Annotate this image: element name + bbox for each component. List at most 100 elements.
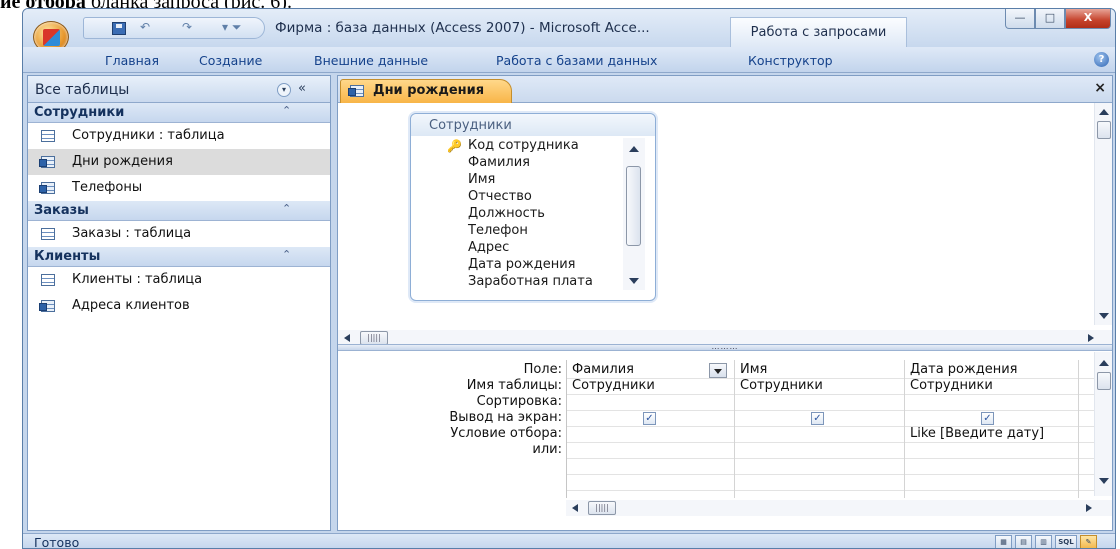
grid-column[interactable]: Имя Сотрудники ✓ bbox=[735, 360, 905, 498]
nav-group-label: Клиенты bbox=[34, 249, 101, 264]
show-checkbox[interactable]: ✓ bbox=[643, 412, 656, 425]
sql-view-icon[interactable]: SQL bbox=[1055, 535, 1077, 548]
nav-group-label: Заказы bbox=[34, 203, 89, 218]
help-icon[interactable]: ? bbox=[1094, 52, 1109, 67]
office-logo-icon bbox=[43, 29, 60, 46]
field-cell[interactable]: Дата рождения bbox=[910, 362, 1017, 377]
close-button[interactable]: X bbox=[1065, 9, 1111, 29]
nav-item-label: Заказы : таблица bbox=[72, 226, 192, 241]
minimize-button[interactable]: — bbox=[1005, 9, 1035, 29]
table-icon bbox=[41, 228, 55, 240]
nav-item-label: Дни рождения bbox=[72, 154, 173, 169]
grid-column[interactable]: Дата рождения Сотрудники Like [Введите д… bbox=[905, 360, 1079, 498]
field-item[interactable]: Должность bbox=[468, 206, 545, 221]
tab-external-data[interactable]: Внешние данные bbox=[314, 53, 428, 68]
field-cell[interactable]: Имя bbox=[740, 362, 767, 377]
scroll-right-icon[interactable] bbox=[1086, 504, 1092, 512]
tab-database-tools[interactable]: Работа с базами данных bbox=[496, 53, 657, 68]
scroll-thumb[interactable]: ||||| bbox=[360, 331, 388, 345]
title-bar: ↶ ↷ ▾ ⏷ Фирма : база данных (Access 2007… bbox=[23, 9, 1115, 53]
tab-design[interactable]: Конструктор bbox=[748, 53, 833, 68]
chevron-down-icon[interactable]: ▾ bbox=[277, 83, 291, 97]
scroll-down-icon[interactable] bbox=[1099, 478, 1109, 484]
field-cell[interactable]: Фамилия bbox=[572, 362, 634, 377]
design-view-icon[interactable]: ✎ bbox=[1080, 535, 1097, 548]
collapse-pane-icon[interactable]: « bbox=[298, 81, 306, 96]
save-icon[interactable] bbox=[112, 22, 126, 35]
field-item[interactable]: Отчество bbox=[468, 189, 532, 204]
nav-pane-title: Все таблицы bbox=[35, 82, 130, 98]
nav-item-clients-table[interactable]: Клиенты : таблица bbox=[28, 267, 330, 293]
field-item[interactable]: Фамилия bbox=[468, 155, 530, 170]
customize-qat-icon[interactable]: ▾ ⏷ bbox=[222, 20, 241, 35]
scroll-up-icon[interactable] bbox=[1099, 109, 1109, 115]
scroll-up-icon[interactable] bbox=[629, 146, 639, 152]
maximize-button[interactable]: □ bbox=[1035, 9, 1065, 29]
show-checkbox[interactable]: ✓ bbox=[981, 412, 994, 425]
scroll-thumb[interactable]: ||||| bbox=[588, 501, 616, 515]
nav-item-orders-table[interactable]: Заказы : таблица bbox=[28, 221, 330, 247]
document-tab-strip: Дни рождения × bbox=[338, 76, 1112, 103]
nav-group-employees[interactable]: Сотрудники ⌃ bbox=[28, 103, 330, 123]
datasheet-view-icon[interactable]: ▦ bbox=[995, 535, 1012, 548]
collapse-group-icon[interactable]: ⌃ bbox=[282, 202, 291, 215]
redo-icon[interactable]: ↷ bbox=[182, 20, 192, 34]
criteria-cell[interactable]: Like [Введите дату] bbox=[910, 426, 1044, 441]
scroll-left-icon[interactable] bbox=[572, 504, 578, 512]
tab-birthdays-query[interactable]: Дни рождения bbox=[340, 79, 512, 103]
close-document-icon[interactable]: × bbox=[1094, 80, 1106, 96]
nav-item-birthdays-query[interactable]: Дни рождения bbox=[28, 149, 330, 175]
pivot-chart-view-icon[interactable]: ▥ bbox=[1035, 535, 1052, 548]
quick-access-toolbar: ↶ ↷ ▾ ⏷ bbox=[83, 17, 265, 39]
field-item[interactable]: Код сотрудника bbox=[468, 138, 579, 153]
nav-item-label: Телефоны bbox=[72, 180, 143, 195]
scroll-thumb[interactable] bbox=[626, 166, 641, 246]
row-label-field: Поле: bbox=[523, 362, 562, 377]
scroll-thumb[interactable] bbox=[1097, 372, 1111, 390]
table-pane-vscrollbar[interactable] bbox=[1094, 103, 1112, 325]
nav-item-client-addresses-query[interactable]: Адреса клиентов bbox=[28, 293, 330, 319]
context-tab-title: Работа с запросами bbox=[730, 17, 907, 47]
scroll-left-icon[interactable] bbox=[344, 334, 350, 342]
scroll-thumb[interactable] bbox=[1097, 121, 1111, 139]
scroll-down-icon[interactable] bbox=[1099, 313, 1109, 319]
collapse-group-icon[interactable]: ⌃ bbox=[282, 104, 291, 117]
field-item[interactable]: Адрес bbox=[468, 240, 509, 255]
field-list-employees[interactable]: Сотрудники 🔑 Код сотрудника Фамилия Имя … bbox=[410, 113, 656, 301]
field-item[interactable]: Телефон bbox=[468, 223, 528, 238]
tab-create[interactable]: Создание bbox=[199, 53, 262, 68]
scroll-up-icon[interactable] bbox=[1099, 360, 1109, 366]
ribbon-tabs: Главная Создание Внешние данные Работа с… bbox=[23, 47, 1115, 73]
show-checkbox[interactable]: ✓ bbox=[811, 412, 824, 425]
pivot-table-view-icon[interactable]: ▤ bbox=[1015, 535, 1032, 548]
navigation-pane: Все таблицы ▾ « Сотрудники ⌃ Сотрудники … bbox=[27, 75, 331, 531]
table-cell[interactable]: Сотрудники bbox=[572, 378, 655, 393]
field-list-scrollbar[interactable] bbox=[623, 138, 645, 290]
field-item[interactable]: Дата рождения bbox=[468, 257, 575, 272]
chevron-down-icon[interactable] bbox=[709, 363, 727, 378]
row-label-table: Имя таблицы: bbox=[466, 378, 562, 393]
tab-home[interactable]: Главная bbox=[105, 53, 159, 68]
table-icon bbox=[41, 130, 55, 142]
table-cell[interactable]: Сотрудники bbox=[910, 378, 993, 393]
field-item[interactable]: Заработная плата bbox=[468, 274, 593, 289]
nav-group-clients[interactable]: Клиенты ⌃ bbox=[28, 247, 330, 267]
field-list-title-bar[interactable]: Сотрудники bbox=[411, 114, 655, 136]
grid-column[interactable]: Фамилия Сотрудники ✓ bbox=[567, 360, 735, 498]
primary-key-icon: 🔑 bbox=[447, 139, 462, 153]
status-text: Готово bbox=[34, 535, 80, 549]
table-cell[interactable]: Сотрудники bbox=[740, 378, 823, 393]
field-item[interactable]: Имя bbox=[468, 172, 495, 187]
nav-item-phones-query[interactable]: Телефоны bbox=[28, 175, 330, 201]
collapse-group-icon[interactable]: ⌃ bbox=[282, 248, 291, 261]
design-grid-vscrollbar[interactable] bbox=[1094, 352, 1112, 496]
doc-tab-label: Дни рождения bbox=[373, 83, 485, 98]
undo-icon[interactable]: ↶ bbox=[140, 20, 150, 34]
pane-splitter[interactable]: ……… bbox=[338, 343, 1112, 351]
scroll-down-icon[interactable] bbox=[629, 278, 639, 284]
design-grid-hscrollbar[interactable]: ||||| bbox=[566, 500, 1112, 516]
nav-pane-header[interactable]: Все таблицы ▾ « bbox=[28, 76, 330, 103]
nav-group-orders[interactable]: Заказы ⌃ bbox=[28, 201, 330, 221]
nav-item-employees-table[interactable]: Сотрудники : таблица bbox=[28, 123, 330, 149]
scroll-right-icon[interactable] bbox=[1088, 334, 1094, 342]
